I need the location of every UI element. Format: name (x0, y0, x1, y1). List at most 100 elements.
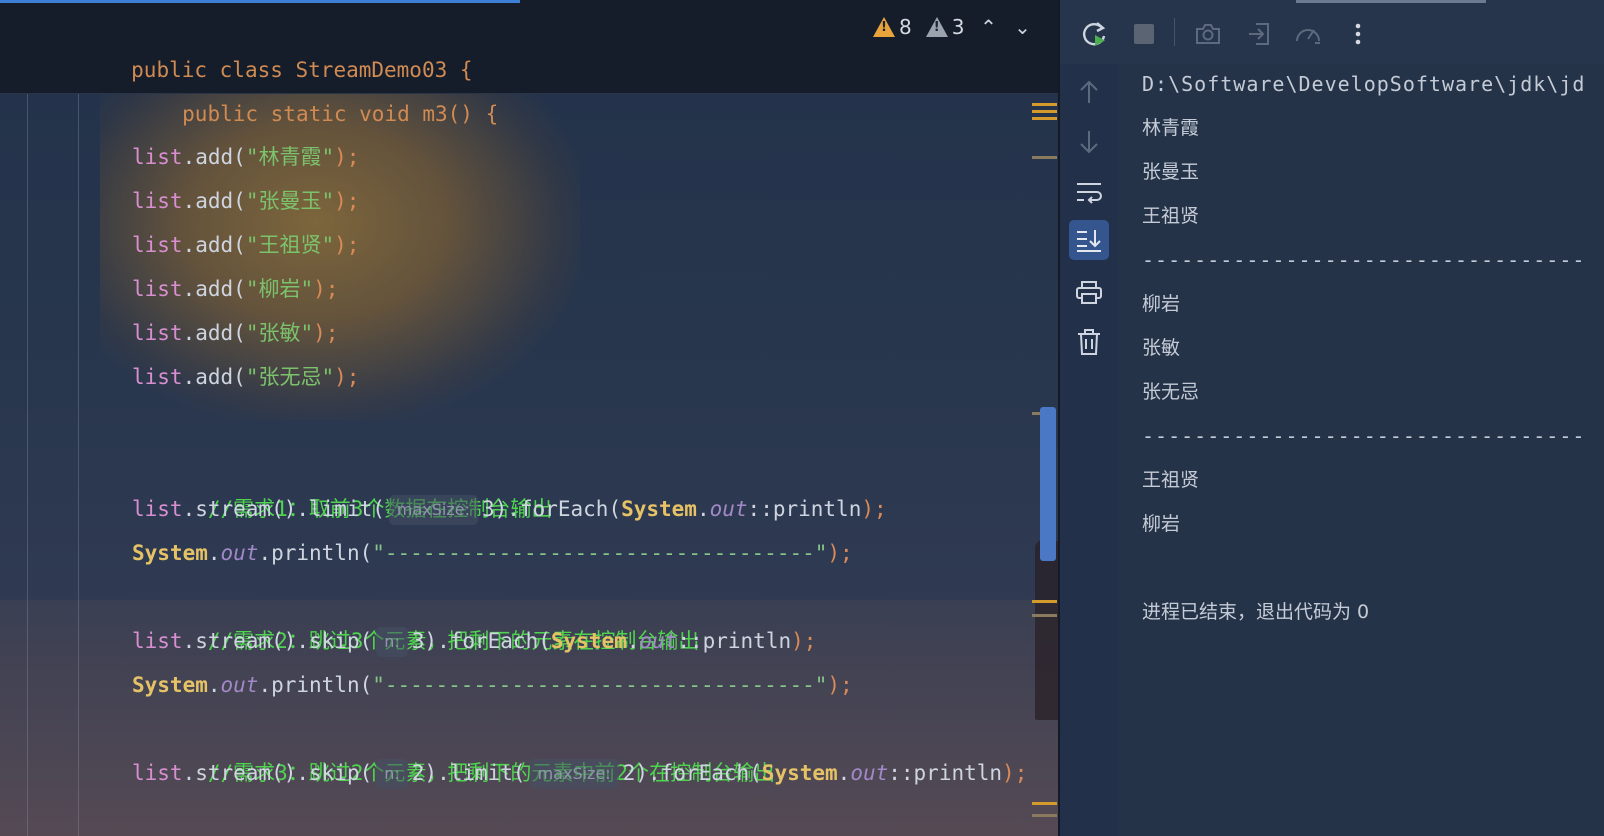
warnings-count: 8 (899, 15, 912, 39)
limit-call: .limit( (437, 761, 526, 785)
limit-value: 3 (481, 497, 495, 521)
weak-warnings-counter[interactable]: 3 (925, 15, 965, 39)
warning-mark[interactable] (1032, 110, 1057, 113)
paren-semicolon: ); (313, 277, 339, 301)
paren-semicolon: ); (334, 365, 360, 389)
paren: ( (233, 189, 246, 213)
code-line-add[interactable]: list.add("柳岩"); (132, 267, 338, 311)
add-call: .add (182, 321, 234, 345)
skip-call: .skip( (296, 761, 373, 785)
println-ref: ::println (747, 497, 862, 521)
string-literal: "张无忌" (245, 365, 335, 389)
code-line-comment3[interactable]: //需求3：跳过2个元素，把剩下的元素中前2个在控制台输出 (132, 707, 775, 785)
stream-call: .stream() (182, 629, 297, 653)
console-line: 张无忌 (1142, 381, 1200, 403)
paren-semicolon: ); (827, 673, 853, 697)
code-line-add[interactable]: list.add("张敏"); (132, 311, 338, 355)
code-line-comment1[interactable]: //需求1：取前3个数据在控制台输出 (132, 443, 553, 521)
code-line-comment2[interactable]: //需求2：跳过3个元素，把剩下的元素在控制台输出 (132, 575, 700, 653)
system-class: System (132, 673, 208, 697)
limit-value: 2 (622, 761, 636, 785)
string-literal: "林青霞" (245, 145, 335, 169)
warnings-counter[interactable]: 8 (873, 15, 912, 39)
code-line-close-brace[interactable]: } (81, 795, 170, 836)
next-highlight-icon[interactable]: ⌄ (1012, 15, 1032, 39)
string-literal: "张敏" (245, 321, 314, 345)
separator-string: "----------------------------------" (372, 673, 828, 697)
paren-semicolon: ); (334, 233, 360, 257)
more-options-icon[interactable] (1340, 16, 1376, 52)
code-line-separator2[interactable]: System.out.println("--------------------… (132, 663, 853, 707)
weak-warning-mark[interactable] (1032, 156, 1057, 159)
tab-progress-indicator (0, 0, 520, 3)
code-line-skip-limit[interactable]: list.stream().skip(n: 2).limit(maxSize: 2)… (132, 751, 1027, 795)
paren: ) (424, 629, 438, 653)
sticky-method-line[interactable]: public static void m3() { (81, 48, 498, 126)
weak-warning-mark[interactable] (1032, 814, 1057, 817)
out-field: out (220, 541, 259, 565)
stop-icon[interactable] (1126, 16, 1162, 52)
list-variable: list (132, 233, 183, 257)
list-variable: list (132, 365, 183, 389)
code-editor[interactable]: public class StreamDemo03 { public stati… (0, 0, 1083, 836)
profiler-icon[interactable] (1290, 16, 1326, 52)
skip-value: 2 (411, 761, 425, 785)
dot: . (626, 629, 640, 653)
println-ref: ::println (677, 629, 792, 653)
code-line-add[interactable]: list.add("张曼玉"); (132, 179, 359, 223)
out-field: out (709, 497, 748, 521)
list-variable: list (132, 321, 183, 345)
sticky-class-line[interactable]: public class StreamDemo03 { (30, 4, 472, 82)
arrow-up-icon[interactable] (1071, 74, 1107, 110)
warning-mark[interactable] (1032, 117, 1057, 120)
soft-wrap-icon[interactable] (1071, 174, 1107, 210)
system-class: System (621, 497, 697, 521)
foreach-call: .forEach( (437, 629, 551, 653)
weak-warning-icon (925, 17, 948, 37)
code-line-skip[interactable]: list.stream().skip(n: 3).forEach(System.o… (132, 619, 816, 663)
rerun-icon[interactable] (1076, 16, 1112, 52)
println-ref: ::println (888, 761, 1003, 785)
warning-mark[interactable] (1032, 600, 1057, 603)
sticky-scroll-header[interactable]: public class StreamDemo03 { public stati… (0, 0, 1083, 126)
parameter-hint: n: (376, 627, 408, 657)
weak-warning-mark[interactable] (1032, 614, 1057, 617)
console-line: 林青霞 (1142, 117, 1200, 139)
paren-semicolon: ); (827, 541, 853, 565)
scroll-to-end-icon[interactable] (1069, 220, 1109, 260)
paren-semicolon: ); (861, 497, 887, 521)
warning-mark[interactable] (1032, 103, 1057, 106)
code-line-separator1[interactable]: System.out.println("--------------------… (132, 531, 853, 575)
parameter-hint: maxSize: (529, 759, 619, 789)
code-line-limit[interactable]: list.stream().limit(maxSize: 3).forEach(S… (132, 487, 887, 531)
paren-semicolon: ); (334, 145, 360, 169)
print-icon[interactable] (1071, 274, 1107, 310)
code-line-add[interactable]: list.add("张无忌"); (132, 355, 359, 399)
camera-icon[interactable] (1190, 16, 1226, 52)
warning-mark[interactable] (1032, 802, 1057, 805)
inspection-widget[interactable]: 8 3 ⌃ ⌄ (873, 12, 1032, 42)
add-call: .add (182, 365, 234, 389)
string-literal: "柳岩" (245, 277, 314, 301)
run-toolbar (1060, 0, 1604, 64)
console-line: 柳岩 (1142, 513, 1181, 535)
out-field: out (220, 673, 259, 697)
paren-semicolon: ); (334, 189, 360, 213)
code-line-add[interactable]: list.add("林青霞"); (132, 135, 359, 179)
exit-icon[interactable] (1241, 16, 1277, 52)
list-variable: list (132, 761, 183, 785)
weak-warning-mark[interactable] (1032, 412, 1040, 415)
println-call: .println( (258, 673, 373, 697)
vertical-scrollbar-thumb[interactable] (1040, 407, 1056, 561)
dot: . (837, 761, 851, 785)
previous-highlight-icon[interactable]: ⌃ (978, 15, 998, 39)
foreach-call: .forEach( (507, 497, 622, 521)
arrow-down-icon[interactable] (1071, 124, 1107, 160)
separator-string: "----------------------------------" (372, 541, 828, 565)
weak-warnings-count: 3 (951, 15, 965, 39)
paren: ( (233, 321, 246, 345)
code-line-add[interactable]: list.add("王祖贤"); (132, 223, 359, 267)
paren-semicolon: ); (1002, 761, 1028, 785)
list-variable: list (132, 145, 183, 169)
trash-icon[interactable] (1071, 324, 1107, 360)
